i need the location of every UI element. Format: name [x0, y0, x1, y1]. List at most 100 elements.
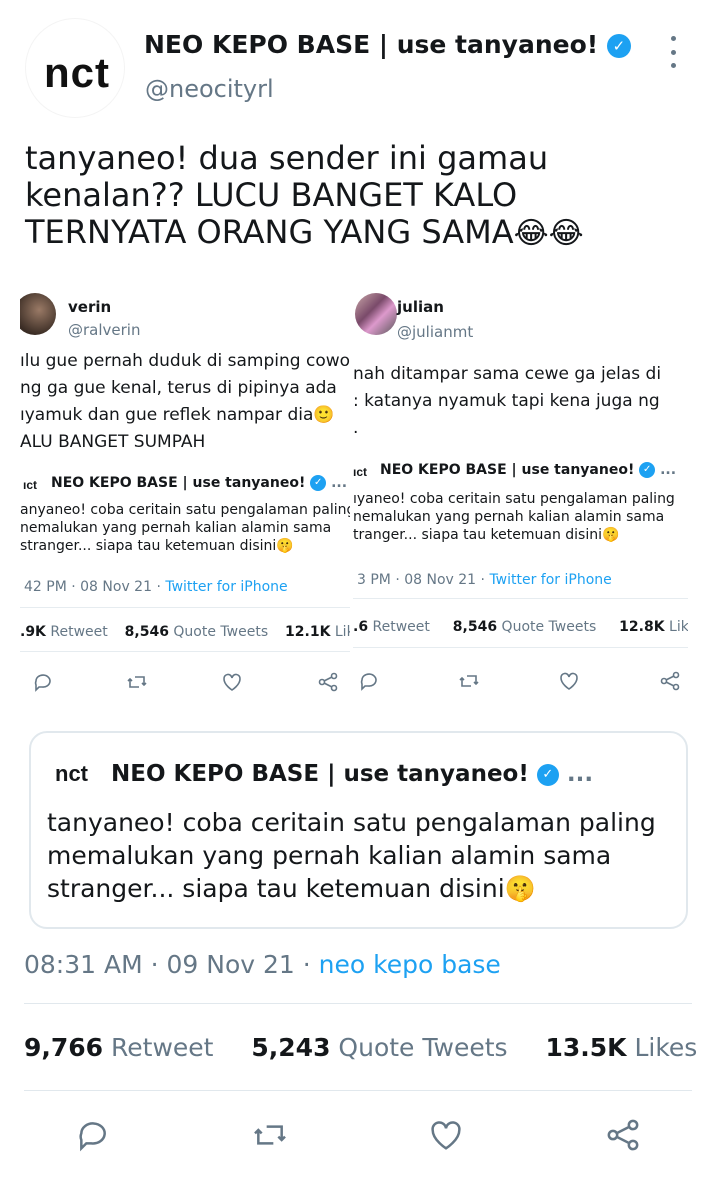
source-link: Twitter for iPhone [165, 579, 288, 595]
user-handle: @julianmt [397, 323, 474, 341]
display-name-text: NEO KEPO BASE | use tanyaneo! [144, 30, 599, 59]
retweet-count: 9,766 [24, 1033, 104, 1062]
action-bar [20, 670, 350, 700]
reply-icon[interactable] [73, 1115, 113, 1155]
timestamp: 3 PM · 08 Nov 21 · [357, 572, 490, 588]
tweet-stats: 9,766 Retweet 5,243 Quote Tweets 13.5K L… [24, 1033, 697, 1062]
like-icon[interactable] [426, 1115, 466, 1155]
verified-icon: ✓ [536, 763, 559, 786]
tweet-line: nah ditampar sama cewe ga jelas di [353, 364, 662, 384]
divider [353, 647, 688, 648]
avatar [355, 293, 397, 335]
quote-line: stranger... siapa tau ketemuan disini🤫 [47, 872, 667, 905]
tweet-line: tanyaneo! dua sender ini gamau [25, 139, 549, 177]
like-icon [560, 672, 578, 690]
tweet-line: ALU BANGET SUMPAH [20, 432, 206, 452]
like-count: 12.8K [619, 619, 665, 635]
more-icon[interactable] [668, 36, 678, 68]
quote-author-name: NEO KEPO BASE | use tanyaneo! [51, 475, 306, 491]
quote-count: 5,243 [251, 1033, 331, 1062]
timestamp: 08:31 AM · 09 Nov 21 · [24, 950, 319, 979]
source-link[interactable]: neo kepo base [319, 950, 501, 979]
divider [20, 651, 350, 652]
tweet-line: TERNYATA ORANG YANG SAMA😂😂 [25, 214, 685, 252]
tweet-meta: 42 PM · 08 Nov 21 · Twitter for iPhone [24, 579, 288, 595]
tweet-meta: 3 PM · 08 Nov 21 · Twitter for iPhone [357, 572, 612, 588]
quote-line: ıyaneo! coba ceritain satu pengalaman pa… [353, 491, 675, 507]
timestamp: 42 PM · 08 Nov 21 · [24, 579, 166, 595]
tweet-text: tanyaneo! dua sender ini gamau kenalan??… [25, 140, 685, 252]
retweet-label: Retweet [111, 1033, 214, 1062]
retweet-icon[interactable] [250, 1115, 290, 1155]
more-icon: ... [660, 462, 677, 478]
quote-label: Quote Tweets [501, 619, 597, 635]
tweet-line: kenalan?? LUCU BANGET KALO [25, 176, 518, 214]
reply-icon [34, 674, 51, 692]
like-label: Likes [634, 1033, 698, 1062]
like-label: Like: [669, 619, 688, 635]
like-icon [223, 673, 241, 691]
reply-icon [360, 673, 377, 691]
quote-count: 8,546 [452, 619, 498, 635]
action-bar [353, 669, 688, 699]
quote-body: tanyaneo! coba ceritain satu pengalaman … [47, 806, 667, 905]
quote-label: Quote Tweets [338, 1033, 508, 1062]
tweet-stats: .6 Retweet 8,546 Quote Tweets 12.8K Like… [353, 619, 688, 635]
quote-stat[interactable]: 5,243 Quote Tweets [251, 1033, 507, 1062]
retweet-icon [459, 675, 479, 687]
tweet-header: nct NEO KEPO BASE | use tanyaneo! ✓ @neo… [0, 0, 716, 120]
divider [353, 598, 688, 599]
quote-logo: ıct [23, 478, 38, 492]
quote-line: nemalukan yang pernah kalian alamin sama [353, 509, 665, 525]
like-stat[interactable]: 13.5K Likes [545, 1033, 697, 1062]
verified-icon: ✓ [639, 462, 656, 478]
quote-line: nemalukan yang pernah kalian alamin sama [20, 520, 332, 536]
tweet-line: ılu gue pernah duduk di samping cowo [20, 351, 350, 371]
share-icon [318, 672, 338, 692]
emoji: 😂😂 [513, 216, 584, 251]
quote-body: ıyaneo! coba ceritain satu pengalaman pa… [353, 490, 675, 544]
tweet-meta: 08:31 AM · 09 Nov 21 · neo kepo base [24, 950, 501, 979]
divider [24, 1003, 692, 1004]
user-name: verin [68, 298, 112, 316]
display-name[interactable]: NEO KEPO BASE | use tanyaneo! ✓ [144, 30, 631, 59]
avatar[interactable]: nct [25, 18, 125, 118]
like-count: 12.1K [285, 624, 331, 640]
tweet-body: ılu gue pernah duduk di samping cowo ng … [20, 348, 350, 456]
quote-line-text: stranger... siapa tau ketemuan disini [47, 874, 505, 903]
more-icon: ... [331, 475, 348, 491]
tweet-line: : katanya nyamuk tapi kena juga ng [353, 391, 660, 411]
quote-line: anyaneo! coba ceritain satu pengalaman p… [20, 502, 350, 518]
user-handle: @ralverin [68, 321, 141, 339]
tweet-stats: .9K Retweet 8,546 Quote Tweets 12.1K Lik… [20, 624, 350, 640]
quote-line: tranger... siapa tau ketemuan disini🤫 [353, 527, 620, 543]
avatar-logo: nct [44, 49, 110, 96]
quote-author: NEO KEPO BASE | use tanyaneo! ✓ ... [111, 761, 593, 787]
retweet-stat[interactable]: 9,766 Retweet [24, 1033, 213, 1062]
quote-author: NEO KEPO BASE | use tanyaneo! ✓ ... [51, 475, 347, 491]
quote-line: memalukan yang pernah kalian alamin sama [47, 841, 612, 870]
share-icon [660, 671, 680, 691]
source-link: Twitter for iPhone [489, 572, 612, 588]
embedded-screenshot-right: julian @julianmt nah ditampar sama cewe … [353, 285, 688, 705]
share-icon[interactable] [603, 1115, 643, 1155]
quote-line: stranger... siapa tau ketemuan disini🤫 [20, 538, 294, 554]
more-icon: ... [566, 761, 594, 787]
quote-author-name: NEO KEPO BASE | use tanyaneo! [111, 761, 529, 787]
user-handle[interactable]: @neocityrl [145, 75, 274, 103]
retweet-count: .6 [353, 619, 369, 635]
tweet-line: ng ga gue kenal, terus di pipinya ada [20, 378, 337, 398]
like-label: Likes [334, 624, 350, 640]
quote-label: Quote Tweets [173, 624, 269, 640]
verified-icon: ✓ [310, 475, 327, 491]
tweet-body: nah ditampar sama cewe ga jelas di : kat… [353, 361, 661, 442]
like-count: 13.5K [545, 1033, 627, 1062]
tweet-line: ıyamuk dan gue reflek nampar dia🙂 [20, 405, 335, 425]
divider [24, 1090, 692, 1091]
quote-count: 8,546 [124, 624, 169, 640]
retweet-count: .9K [20, 624, 46, 640]
avatar [20, 293, 56, 335]
quoted-tweet-card[interactable]: nct NEO KEPO BASE | use tanyaneo! ✓ ... … [29, 731, 688, 929]
emoji: 🤫 [504, 874, 536, 903]
user-name: julian [397, 298, 444, 316]
